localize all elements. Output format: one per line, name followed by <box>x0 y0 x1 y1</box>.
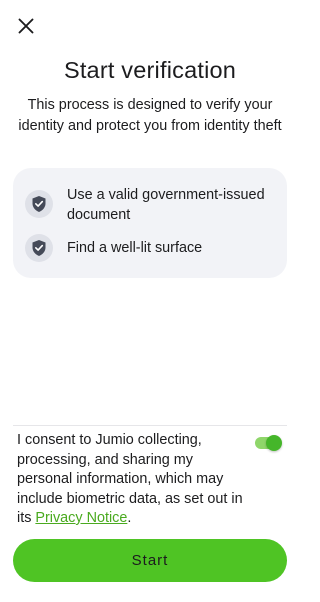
toggle-thumb <box>266 435 282 451</box>
tip-label: Find a well-lit surface <box>67 240 203 256</box>
page-title: Start verification <box>63 57 237 83</box>
tip-label: Use a valid government-issued document <box>67 187 265 223</box>
tips-card: Use a valid government-issued document F… <box>13 168 287 278</box>
close-icon <box>18 18 34 34</box>
consent-text: I consent to Jumio collecting, processin… <box>17 431 249 529</box>
page-subtitle: This process is designed to verify your … <box>18 97 282 134</box>
privacy-notice-link[interactable]: Privacy Notice <box>35 510 127 526</box>
shield-check-icon <box>25 190 53 218</box>
consent-toggle[interactable] <box>255 435 282 451</box>
divider <box>13 425 287 426</box>
close-button[interactable] <box>14 14 38 38</box>
start-button[interactable]: Start <box>13 539 287 582</box>
shield-check-icon <box>25 234 53 262</box>
consent-suffix: . <box>127 510 132 526</box>
